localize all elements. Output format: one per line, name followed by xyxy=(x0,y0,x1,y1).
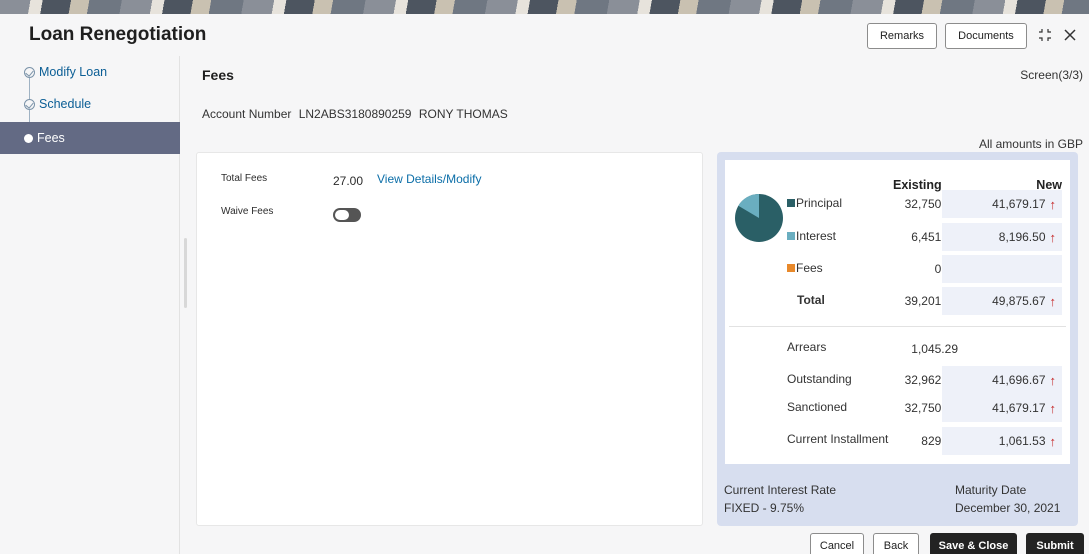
sidebar-step-schedule[interactable]: Schedule xyxy=(0,88,180,120)
installment-new-cell: 1,061.53 ↑ xyxy=(942,427,1062,455)
check-circle-icon xyxy=(24,66,35,78)
summary-divider xyxy=(729,326,1066,327)
sanctioned-new: 41,679.17 xyxy=(992,401,1046,415)
total-new-cell: 49,875.67 ↑ xyxy=(942,287,1062,315)
splitter-handle[interactable] xyxy=(184,238,187,308)
legend-principal-swatch xyxy=(787,199,795,207)
account-number-label: Account Number xyxy=(202,107,292,121)
interest-new: 8,196.50 xyxy=(998,230,1046,244)
legend-interest-swatch xyxy=(787,232,795,240)
save-close-button[interactable]: Save & Close xyxy=(930,533,1017,554)
currency-note: All amounts in GBP xyxy=(978,137,1083,151)
principal-new-cell: 41,679.17 ↑ xyxy=(942,190,1062,218)
interest-rate-label: Current Interest Rate xyxy=(724,483,837,497)
row-sanctioned-label: Sanctioned xyxy=(787,400,848,414)
sidebar: Modify Loan Schedule Fees xyxy=(0,56,187,554)
arrow-up-icon: ↑ xyxy=(1049,196,1057,212)
remarks-button[interactable]: Remarks xyxy=(867,23,937,49)
maturity-date-label: Maturity Date xyxy=(955,483,1027,497)
submit-button[interactable]: Submit xyxy=(1026,533,1084,554)
interest-new-cell: 8,196.50 ↑ xyxy=(942,223,1062,251)
row-principal-label: Principal xyxy=(787,196,842,210)
sidebar-step-fees[interactable]: Fees xyxy=(0,122,180,154)
close-icon[interactable] xyxy=(1060,24,1080,46)
outstanding-new-cell: 41,696.67 ↑ xyxy=(942,366,1062,394)
row-outstanding-label: Outstanding xyxy=(787,372,852,386)
installment-new: 1,061.53 xyxy=(998,434,1046,448)
row-label-text: Fees xyxy=(796,261,823,275)
arrow-up-icon: ↑ xyxy=(1049,229,1057,245)
account-info: Account Number LN2ABS3180890259 RONY THO… xyxy=(202,107,512,121)
loan-summary-panel: Existing New Principal 32,750.00 41,679.… xyxy=(717,152,1078,526)
sidebar-step-modify-loan[interactable]: Modify Loan xyxy=(0,56,180,88)
row-interest-label: Interest xyxy=(787,229,836,243)
row-installment-label: Current Installment xyxy=(787,432,889,446)
waive-fees-toggle[interactable] xyxy=(333,208,361,222)
sidebar-step-label: Modify Loan xyxy=(39,65,108,79)
toggle-knob xyxy=(335,210,349,220)
section-title: Fees xyxy=(202,67,234,83)
arrears-existing: 1,045.29 xyxy=(911,342,958,356)
sidebar-step-label: Fees xyxy=(37,131,65,145)
outstanding-new: 41,696.67 xyxy=(992,373,1046,387)
interest-rate-value: FIXED - 9.75% xyxy=(724,501,805,515)
summary-card: Existing New Principal 32,750.00 41,679.… xyxy=(725,160,1070,464)
legend-fees-swatch xyxy=(787,264,795,272)
composition-pie-chart xyxy=(735,194,783,242)
minimize-icon[interactable] xyxy=(1035,24,1055,46)
total-fees-label: Total Fees xyxy=(221,173,268,184)
check-circle-icon xyxy=(24,98,35,110)
waive-fees-label: Waive Fees xyxy=(221,206,274,217)
total-fees-value: 27.00 xyxy=(333,174,364,188)
row-arrears-label: Arrears xyxy=(787,340,827,354)
customer-name: RONY THOMAS xyxy=(418,107,508,121)
row-label-text: Interest xyxy=(796,229,837,243)
cancel-button[interactable]: Cancel xyxy=(810,533,864,554)
fees-panel: Total Fees 27.00 View Details/Modify Wai… xyxy=(196,152,703,526)
view-details-link[interactable]: View Details/Modify xyxy=(377,172,481,186)
total-new: 49,875.67 xyxy=(992,294,1046,308)
sidebar-step-label: Schedule xyxy=(39,97,92,111)
top-decorative-banner xyxy=(0,0,1089,14)
row-fees-label: Fees xyxy=(787,261,823,275)
arrow-up-icon: ↑ xyxy=(1049,293,1057,309)
column-header-existing: Existing xyxy=(893,178,942,192)
arrow-up-icon: ↑ xyxy=(1049,400,1057,416)
row-label-text: Principal xyxy=(796,196,843,210)
back-button[interactable]: Back xyxy=(873,533,919,554)
sanctioned-new-cell: 41,679.17 ↑ xyxy=(942,394,1062,422)
maturity-date-value: December 30, 2021 xyxy=(955,501,1061,515)
arrow-up-icon: ↑ xyxy=(1049,433,1057,449)
principal-new: 41,679.17 xyxy=(992,197,1046,211)
arrow-up-icon: ↑ xyxy=(1049,372,1057,388)
header: Loan Renegotiation Remarks Documents xyxy=(0,14,1089,56)
fees-new-cell xyxy=(942,255,1062,283)
documents-button[interactable]: Documents xyxy=(945,23,1027,49)
active-dot-icon xyxy=(24,133,33,143)
row-total-label: Total xyxy=(797,293,825,307)
page-title: Loan Renegotiation xyxy=(29,24,207,45)
account-number-value: LN2ABS3180890259 xyxy=(298,107,412,121)
screen-indicator: Screen(3/3) xyxy=(1020,68,1083,82)
